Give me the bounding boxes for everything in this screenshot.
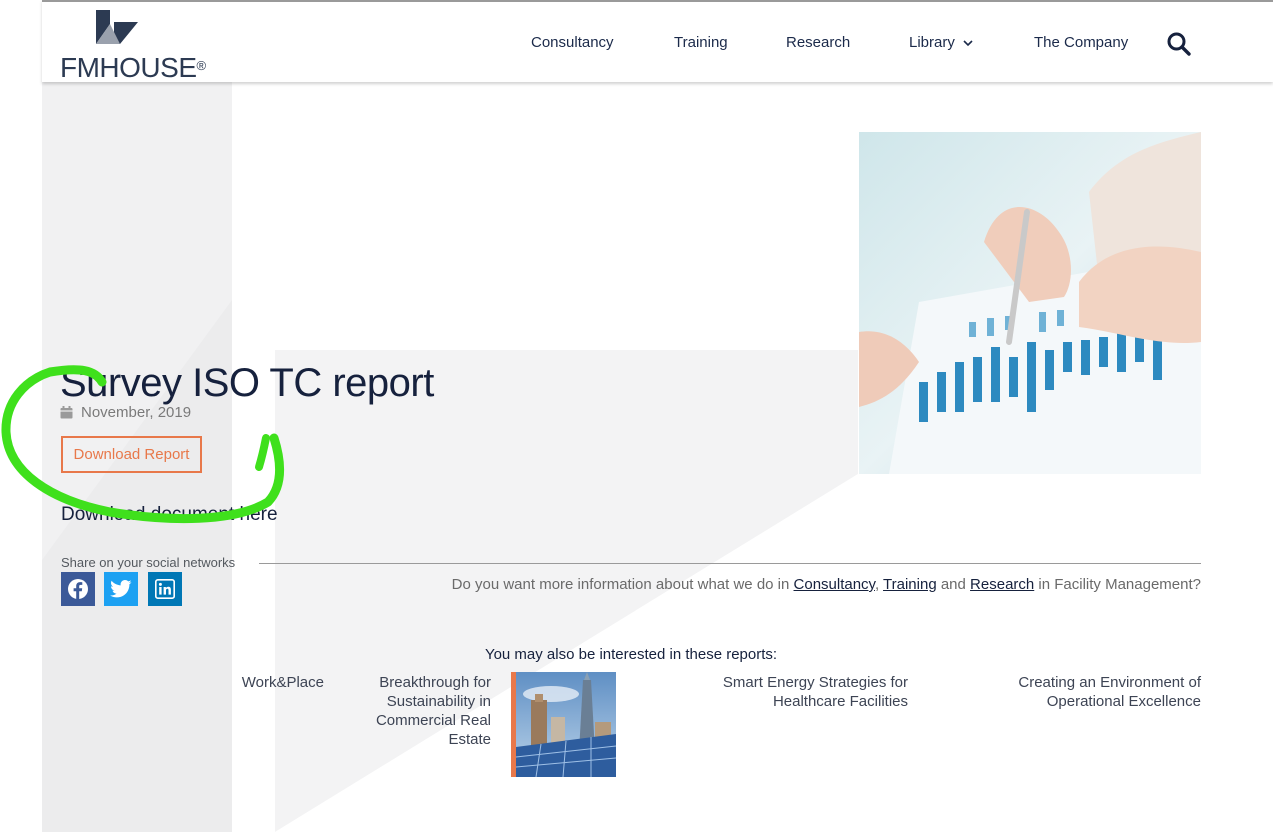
calendar-icon [60, 406, 73, 419]
share-twitter-button[interactable] [104, 572, 138, 606]
share-label: Share on your social networks [61, 555, 236, 570]
publish-date-text: November, 2019 [81, 404, 192, 421]
share-linkedin-button[interactable] [148, 572, 182, 606]
site-header: FMHOUSE® Consultancy Training Research L… [42, 0, 1273, 82]
related-reports-heading: You may also be interested in these repo… [484, 646, 778, 663]
page-title: Survey ISO TC report [60, 361, 434, 405]
related-report-operational-excellence[interactable]: Creating an Environment of Operational E… [985, 673, 1201, 711]
linkedin-icon [155, 579, 175, 599]
share-divider [259, 563, 1201, 564]
nav-item-library[interactable]: Library [909, 34, 973, 52]
link-consultancy[interactable]: Consultancy [794, 576, 875, 593]
more-info-sep1: , [874, 576, 884, 593]
related-report-sustainability[interactable]: Breakthrough for Sustainability in Comme… [356, 673, 491, 749]
report-hero-image [859, 132, 1201, 474]
chevron-down-icon [963, 39, 973, 46]
related-report-smart-energy[interactable]: Smart Energy Strategies for Healthcare F… [690, 673, 908, 711]
link-research[interactable]: Research [970, 576, 1034, 593]
twitter-icon [110, 580, 132, 598]
download-report-button[interactable]: Download Report [61, 436, 202, 473]
nav-item-research[interactable]: Research [786, 34, 850, 52]
more-info-prefix: Do you want more information about what … [451, 576, 794, 593]
publish-date: November, 2019 [60, 404, 191, 422]
main-navigation: Consultancy Training Research Library Th… [42, 2, 1273, 84]
related-report-work-place[interactable]: Work&Place [226, 673, 324, 692]
more-info-suffix: in Facility Management? [1034, 576, 1201, 593]
related-report-thumbnail[interactable] [511, 672, 616, 777]
nav-item-training[interactable]: Training [674, 34, 728, 52]
share-facebook-button[interactable] [61, 572, 95, 606]
search-icon[interactable] [1166, 31, 1192, 57]
facebook-icon [68, 579, 88, 599]
more-info-text: Do you want more information about what … [452, 576, 1201, 594]
download-document-text: Download document here [61, 504, 278, 525]
link-training[interactable]: Training [883, 576, 937, 593]
nav-item-the-company[interactable]: The Company [1034, 34, 1128, 52]
nav-item-library-label: Library [909, 34, 955, 51]
report-page: Survey ISO TC report November, 2019 Down… [0, 0, 1273, 832]
nav-item-consultancy[interactable]: Consultancy [531, 34, 614, 52]
more-info-sep2: and [936, 576, 971, 593]
